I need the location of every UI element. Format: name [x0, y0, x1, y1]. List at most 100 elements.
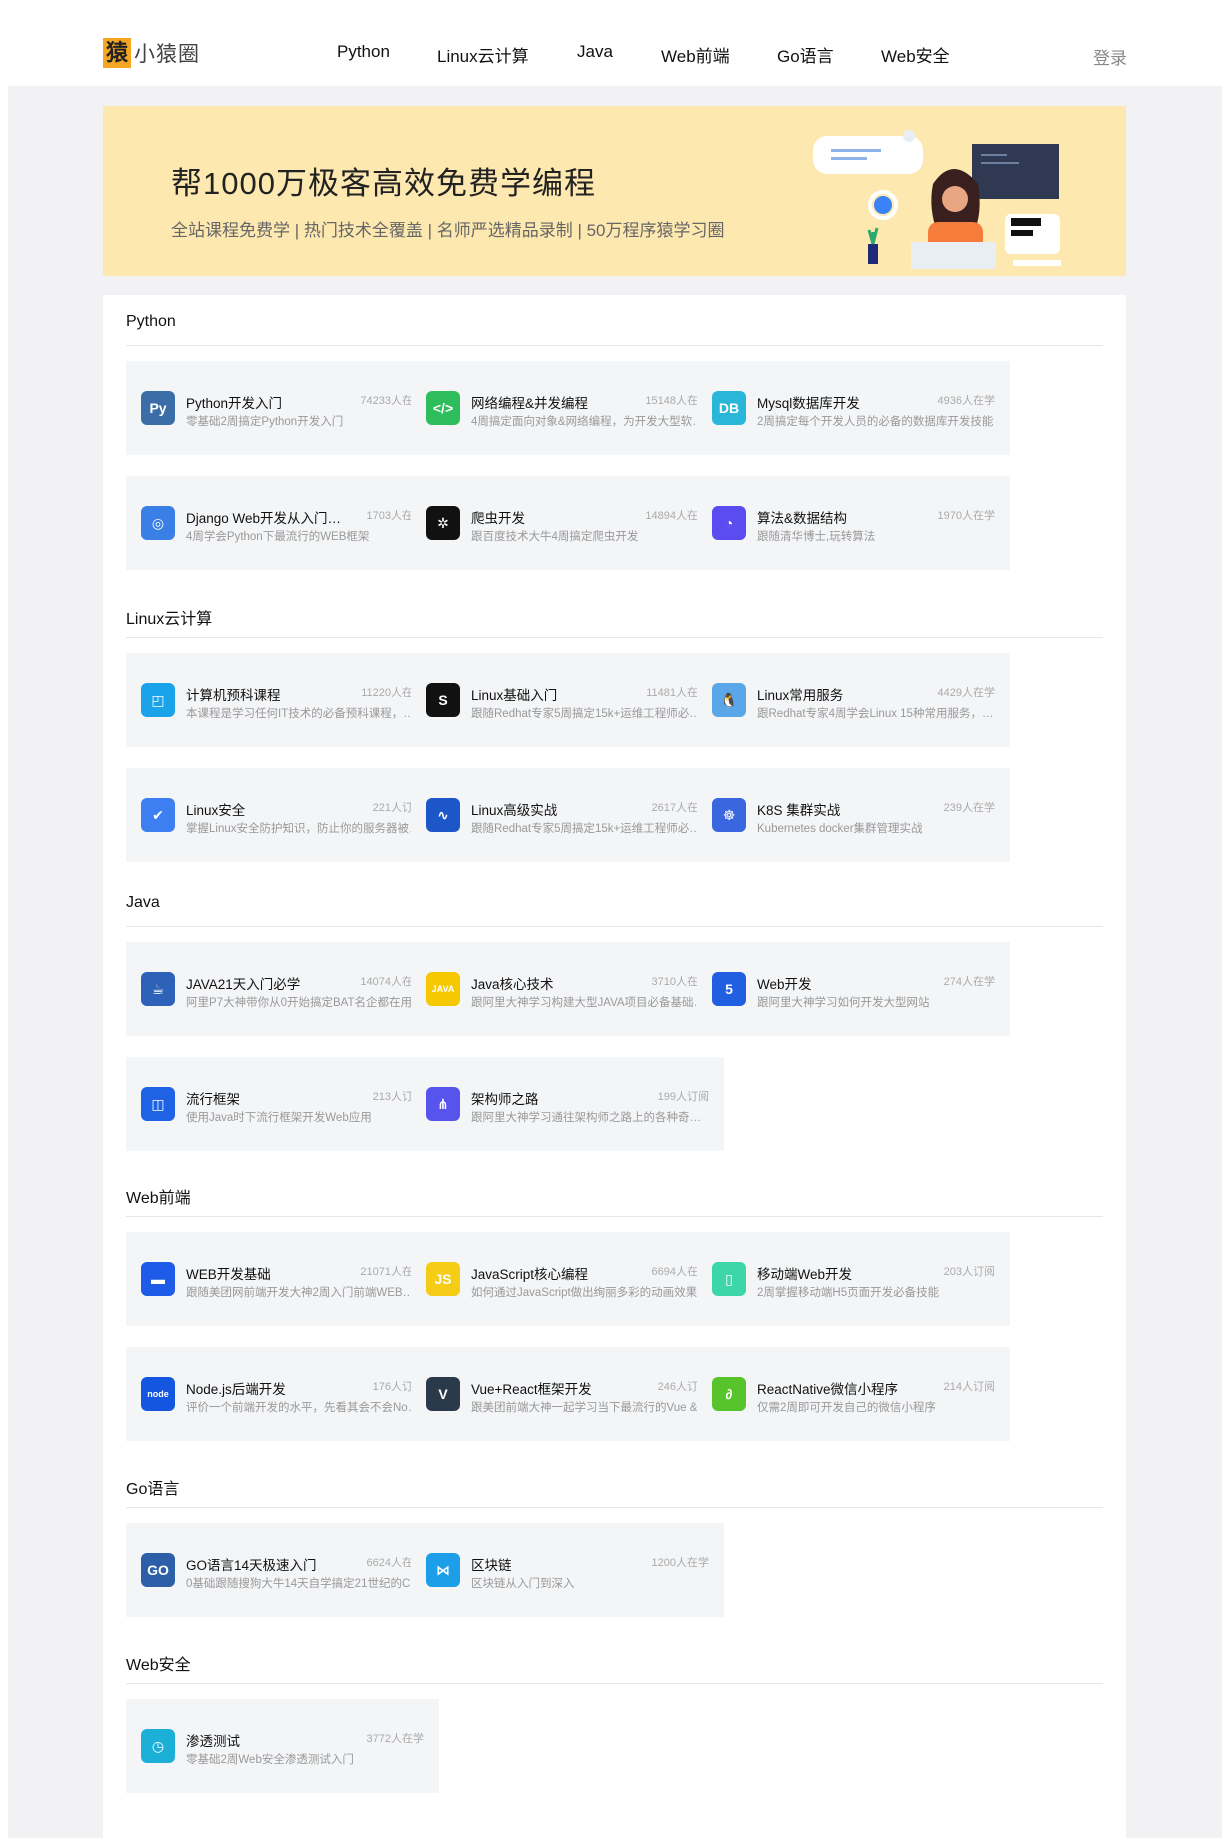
course-title: Vue+React框架开发	[471, 1382, 592, 1397]
course-description: 4周搞定面向对象&网络编程，为开发大型软…	[471, 416, 704, 428]
course-title: 爬虫开发	[471, 511, 525, 526]
course-description: 2周搞定每个开发人员的必备的数据库开发技能	[757, 416, 994, 428]
monitor-pulse-icon: ∿	[426, 798, 460, 832]
banner-title: 帮1000万极客高效免费学编程	[171, 166, 596, 201]
learner-count: 1200人在学	[651, 1557, 709, 1569]
go-icon: GO	[141, 1553, 175, 1587]
logo-icon: 猿	[103, 38, 131, 68]
course-card[interactable]: 5 Web开发 274人在学 跟阿里大神学习如何开发大型网站	[697, 942, 1010, 1036]
nav-item-web-frontend[interactable]: Web前端	[661, 42, 730, 67]
course-card[interactable]: 🐧 Linux常用服务 4429人在学 跟Redhat专家4周学会Linux 15种常…	[697, 653, 1010, 747]
section-divider	[126, 926, 1103, 927]
node-icon: node	[141, 1377, 175, 1411]
course-card[interactable]: ⋈ 区块链 1200人在学 区块链从入门到深入	[411, 1523, 724, 1617]
course-description: 跟随Redhat专家5周搞定15k+运维工程师必…	[471, 823, 701, 835]
course-description: 跟Redhat专家4周学会Linux 15种常用服务，…	[757, 708, 994, 720]
course-card[interactable]: ▬ WEB开发基础 21071人在学 跟随美团网前端开发大神2周入门前端WEB开发	[126, 1232, 439, 1326]
java-text-icon: JAVA	[426, 972, 460, 1006]
pie-chart-icon: ◔	[712, 506, 746, 540]
course-title: JAVA21天入门必学	[186, 977, 301, 992]
course-description: 仅需2周即可开发自己的微信小程序	[757, 1402, 936, 1414]
course-description: 跟百度技术大牛4周搞定爬虫开发	[471, 531, 639, 543]
promo-banner[interactable]: 帮1000万极客高效免费学编程 全站课程免费学 | 热门技术全覆盖 | 名师严选…	[103, 106, 1126, 276]
course-description: 跟随Redhat专家5周搞定15k+运维工程师必…	[471, 708, 701, 720]
course-description: 4周学会Python下最流行的WEB框架	[186, 531, 370, 543]
site-logo[interactable]: 猿 小猿圈	[103, 38, 200, 68]
course-title: 移动端Web开发	[757, 1267, 853, 1282]
course-title: Node.js后端开发	[186, 1382, 286, 1397]
nav-item-go[interactable]: Go语言	[777, 42, 834, 67]
banner-subtitle: 全站课程免费学 | 热门技术全覆盖 | 名师严选精品录制 | 50万程序猿学习圈	[171, 221, 725, 240]
course-title: Django Web开发从入门…	[186, 511, 342, 526]
course-description: 使用Java时下流行框架开发Web应用	[186, 1112, 372, 1124]
course-title: Linux基础入门	[471, 688, 558, 703]
course-description: 0基础跟随搜狗大牛14天自学搞定21世纪的C…	[186, 1578, 422, 1590]
learner-count: 214人订阅	[943, 1381, 995, 1393]
course-description: 本课程是学习任何IT技术的必备预科课程，你…	[186, 708, 424, 720]
course-card[interactable]: ◰ 计算机预科课程 11220人在学 本课程是学习任何IT技术的必备预科课程，你…	[126, 653, 439, 747]
section-title-python: Python	[126, 313, 176, 330]
course-card[interactable]: ▯ 移动端Web开发 203人订阅 2周掌握移动端H5页面开发必备技能	[697, 1232, 1010, 1326]
course-description: 区块链从入门到深入	[471, 1578, 575, 1590]
course-card[interactable]: ◷ 渗透测试 3772人在学 零基础2周Web安全渗透测试入门	[126, 1699, 439, 1793]
nav-item-python[interactable]: Python	[337, 42, 390, 62]
learner-count: 3772人在学	[366, 1733, 424, 1745]
banner-illustration	[813, 130, 1061, 269]
java-cup-icon: ☕	[141, 972, 175, 1006]
course-card[interactable]: S Linux基础入门 11481人在学 跟随Redhat专家5周搞定15k+运维工程…	[411, 653, 724, 747]
course-description: 阿里P7大神带你从0开始搞定BAT名企都在用…	[186, 997, 424, 1009]
course-card[interactable]: node Node.js后端开发 176人订阅 评价一个前端开发的水平，先看其会不会N…	[126, 1347, 439, 1441]
course-card[interactable]: ◫ 流行框架 213人订阅 使用Java时下流行框架开发Web应用	[126, 1057, 439, 1151]
course-title: Java核心技术	[471, 977, 554, 992]
course-card[interactable]: ◎ Django Web开发从入门… 1703人在学 4周学会Python下最流行的W…	[126, 476, 439, 570]
course-description: 跟美团前端大神一起学习当下最流行的Vue &…	[471, 1402, 709, 1414]
layout-frame-icon: ◫	[141, 1087, 175, 1121]
course-card[interactable]: </> 网络编程&并发编程 15148人在学 4周搞定面向对象&网络编程，为开发大型软…	[411, 361, 724, 455]
section-divider	[126, 637, 1103, 638]
course-title: Mysql数据库开发	[757, 396, 860, 411]
course-title: K8S 集群实战	[757, 803, 841, 818]
course-card[interactable]: ∂ ReactNative微信小程序 214人订阅 仅需2周即可开发自己的微信小程序	[697, 1347, 1010, 1441]
course-card[interactable]: JAVA Java核心技术 3710人在学 跟阿里大神学习构建大型JAVA项目必备基础…	[411, 942, 724, 1036]
learner-count: 1970人在学	[937, 510, 995, 522]
learner-count: 239人在学	[943, 802, 995, 814]
square-logo-icon: ◰	[141, 683, 175, 717]
mobile-icon: ▯	[712, 1262, 746, 1296]
course-title: 计算机预科课程	[186, 688, 281, 703]
course-card[interactable]: Py Python开发入门 74233人在学 零基础2周搞定Python开发入门	[126, 361, 439, 455]
nav-item-linux[interactable]: Linux云计算	[437, 42, 529, 67]
login-link[interactable]: 登录	[1093, 44, 1127, 69]
top-header: 猿 小猿圈 Python Linux云计算 Java Web前端 Go语言 We…	[0, 0, 1232, 86]
course-description: 零基础2周Web安全渗透测试入门	[186, 1754, 354, 1766]
learner-count: 4429人在学	[937, 687, 995, 699]
learner-count: 203人订阅	[943, 1266, 995, 1278]
nav-item-java[interactable]: Java	[577, 42, 613, 62]
kubernetes-icon: ☸	[712, 798, 746, 832]
course-card[interactable]: JS JavaScript核心编程 6694人在学 如何通过JavaScript做出绚…	[411, 1232, 724, 1326]
desktop-icon: ▬	[141, 1262, 175, 1296]
course-description: 跟随清华博士,玩转算法	[757, 531, 876, 543]
nav-item-web-security[interactable]: Web安全	[881, 42, 950, 67]
course-description: 跟随美团网前端开发大神2周入门前端WEB开发	[186, 1287, 424, 1299]
browser-globe-icon: ◎	[141, 506, 175, 540]
section-title-web-security: Web安全	[126, 1657, 191, 1674]
course-card[interactable]: ⋔ 架构师之路 199人订阅 跟阿里大神学习通往架构师之路上的各种奇…	[411, 1057, 724, 1151]
section-divider	[126, 1683, 1103, 1684]
course-description: 评价一个前端开发的水平，先看其会不会No…	[186, 1402, 420, 1414]
gauge-icon: ◷	[141, 1729, 175, 1763]
org-tree-icon: ⋔	[426, 1087, 460, 1121]
course-description: 跟阿里大神学习构建大型JAVA项目必备基础…	[471, 997, 706, 1009]
course-card[interactable]: ✔ Linux安全 221人订阅 掌握Linux安全防护知识，防止你的服务器被…	[126, 768, 439, 862]
course-title: GO语言14天极速入门	[186, 1558, 317, 1573]
course-card[interactable]: DB Mysql数据库开发 4936人在学 2周搞定每个开发人员的必备的数据库开发技能	[697, 361, 1010, 455]
course-card[interactable]: ✲ 爬虫开发 14894人在学 跟百度技术大牛4周搞定爬虫开发	[411, 476, 724, 570]
course-card[interactable]: ☕ JAVA21天入门必学 14074人在学 阿里P7大神带你从0开始搞定BAT名企都…	[126, 942, 439, 1036]
course-title: 区块链	[471, 1558, 512, 1573]
course-card[interactable]: V Vue+React框架开发 246人订阅 跟美团前端大神一起学习当下最流行的Vue…	[411, 1347, 724, 1441]
course-card[interactable]: ◔ 算法&数据结构 1970人在学 跟随清华博士,玩转算法	[697, 476, 1010, 570]
course-card[interactable]: ☸ K8S 集群实战 239人在学 Kubernetes docker集群管理实战	[697, 768, 1010, 862]
course-card[interactable]: ∿ Linux高级实战 2617人在学 跟随Redhat专家5周搞定15k+运维工程师…	[411, 768, 724, 862]
course-title: JavaScript核心编程	[471, 1267, 589, 1282]
course-card[interactable]: GO GO语言14天极速入门 6624人在学 0基础跟随搜狗大牛14天自学搞定21世纪…	[126, 1523, 439, 1617]
course-description: 跟阿里大神学习通往架构师之路上的各种奇…	[471, 1112, 701, 1124]
